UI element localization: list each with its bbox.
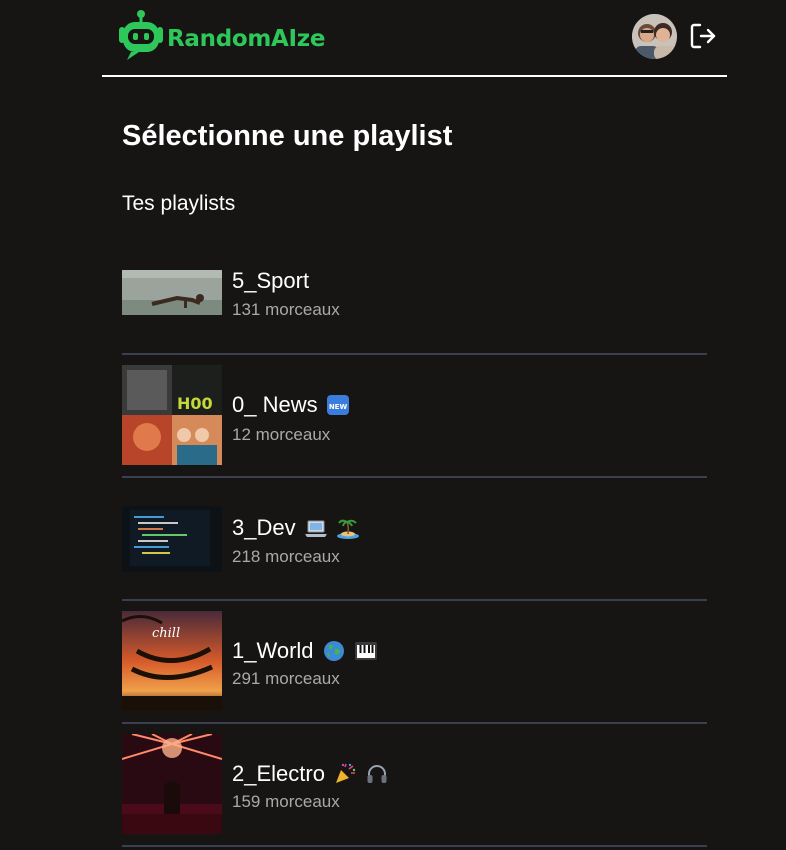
playlist-cover (122, 734, 222, 834)
playlist-name: 1_World (232, 638, 378, 664)
party-popper-icon (335, 763, 356, 783)
new-badge-icon: NEW (326, 395, 349, 415)
playlist-item-world[interactable]: chill 1_World 291 morceaux (122, 601, 707, 724)
app-logo[interactable]: RandomAIze (117, 9, 325, 61)
user-avatar[interactable] (632, 14, 677, 59)
logout-icon[interactable] (689, 22, 717, 50)
playlist-item-dev[interactable]: 3_Dev 218 morceaux (122, 478, 707, 601)
laptop-icon (304, 520, 327, 537)
section-title: Tes playlists (122, 192, 236, 215)
island-icon (336, 519, 359, 539)
playlist-list: 5_Sport 131 morceaux H00 0_ News NEW 12 … (122, 232, 707, 847)
playlist-name: 0_ News NEW (232, 392, 350, 418)
playlist-cover: chill (122, 611, 222, 711)
playlist-track-count: 12 morceaux (232, 425, 331, 444)
robot-logo-icon (119, 10, 163, 60)
playlist-cover: H00 (122, 365, 222, 465)
playlist-cover (122, 270, 222, 315)
playlist-name: 3_Dev (232, 515, 360, 541)
playlist-item-news[interactable]: H00 0_ News NEW 12 morceaux (122, 355, 707, 478)
playlist-track-count: 159 morceaux (232, 792, 340, 811)
playlist-track-count: 218 morceaux (232, 547, 340, 566)
svg-text:NEW: NEW (328, 403, 347, 411)
playlist-track-count: 291 morceaux (232, 669, 340, 688)
svg-text:chill: chill (152, 626, 180, 641)
playlist-item-electro[interactable]: 2_Electro 159 morceaux (122, 724, 707, 847)
avatar-photo (632, 14, 677, 59)
headphones-icon (367, 765, 387, 783)
playlist-item-sport[interactable]: 5_Sport 131 morceaux (122, 232, 707, 355)
playlist-cover (122, 506, 222, 572)
playlist-name: 5_Sport (232, 268, 310, 293)
playlist-name: 2_Electro (232, 761, 389, 787)
svg-text:H00: H00 (177, 394, 213, 413)
playlist-track-count: 131 morceaux (232, 300, 340, 319)
app-name: RandomAIze (167, 26, 326, 52)
piano-icon (354, 642, 377, 660)
top-bar: RandomAIze (102, 0, 727, 77)
globe-icon (323, 641, 344, 661)
page-title: Sélectionne une playlist (122, 120, 453, 152)
